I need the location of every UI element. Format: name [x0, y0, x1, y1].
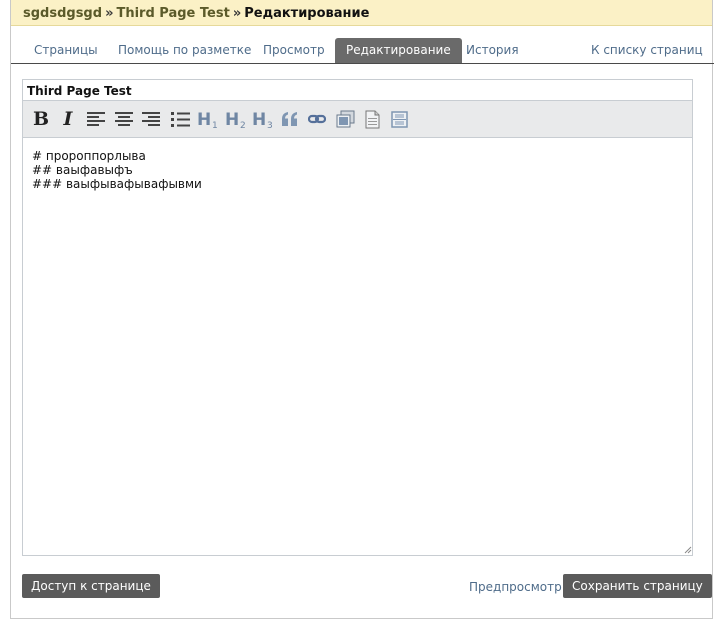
svg-text:3: 3	[267, 121, 273, 129]
save-page-button[interactable]: Сохранить страницу	[563, 574, 712, 598]
tab-view[interactable]: Просмотр	[252, 38, 336, 63]
breadcrumb-project-link[interactable]: sgdsdgsgd	[23, 6, 102, 21]
align-right-button[interactable]	[140, 108, 162, 130]
bulleted-list-icon	[170, 111, 190, 127]
link-icon	[308, 114, 326, 124]
align-center-button[interactable]	[113, 108, 135, 130]
page-access-button[interactable]: Доступ к странице	[22, 574, 160, 598]
bulleted-list-button[interactable]	[169, 108, 191, 130]
breadcrumb: sgdsdgsgd» Third Page Test» Редактирование	[11, 0, 712, 26]
align-left-button[interactable]	[85, 108, 107, 130]
italic-icon: I	[63, 108, 73, 130]
align-right-icon	[142, 112, 160, 126]
svg-text:H: H	[197, 110, 211, 129]
tab-edit[interactable]: Редактирование	[335, 38, 462, 63]
heading-1-icon: H1	[197, 110, 218, 129]
align-left-icon	[87, 112, 105, 126]
page-title-field[interactable]: Third Page Test	[22, 79, 693, 101]
heading-2-button[interactable]: H2	[224, 108, 250, 130]
editor-toolbar: B I H1 H2 H3	[22, 101, 693, 138]
file-icon	[365, 110, 379, 128]
bold-button[interactable]: B	[30, 108, 52, 130]
wiki-editor-panel: sgdsdgsgd» Third Page Test» Редактирование…	[10, 0, 714, 619]
tab-bar: Страницы Помощь по разметке Просмотр Ред…	[11, 37, 714, 64]
insert-image-button[interactable]	[334, 108, 356, 130]
page-content-editor[interactable]: # пророппорлыва ## ваыфавыфъ ### ваыфыва…	[22, 138, 693, 556]
svg-text:1: 1	[212, 121, 218, 129]
breadcrumb-current: Редактирование	[244, 6, 370, 21]
align-center-icon	[115, 112, 133, 126]
breadcrumb-page-link[interactable]: Third Page Test	[116, 6, 229, 21]
heading-3-icon: H3	[252, 110, 273, 129]
link-button[interactable]	[306, 108, 328, 130]
insert-file-button[interactable]	[361, 108, 383, 130]
resize-handle-icon[interactable]	[684, 546, 692, 554]
breadcrumb-separator: »	[232, 6, 242, 21]
bold-icon: B	[32, 108, 50, 130]
breadcrumb-separator: »	[105, 6, 114, 21]
svg-text:H: H	[225, 110, 239, 129]
heading-3-button[interactable]: H3	[251, 108, 277, 130]
page-break-button[interactable]	[388, 108, 410, 130]
heading-1-button[interactable]: H1	[196, 108, 222, 130]
tab-pages[interactable]: Страницы	[23, 38, 109, 63]
svg-text:H: H	[252, 110, 266, 129]
heading-2-icon: H2	[225, 110, 246, 129]
page-break-icon	[390, 110, 408, 128]
tab-history[interactable]: История	[455, 38, 530, 63]
italic-button[interactable]: I	[57, 108, 79, 130]
back-to-pages-link[interactable]: К списку страниц	[580, 38, 714, 63]
svg-text:2: 2	[240, 121, 246, 129]
tab-markup-help[interactable]: Помощь по разметке	[107, 38, 262, 63]
preview-link[interactable]: Предпросмотр	[469, 580, 562, 594]
quote-button[interactable]	[279, 108, 301, 130]
quote-icon	[282, 112, 297, 126]
image-icon	[336, 110, 354, 128]
